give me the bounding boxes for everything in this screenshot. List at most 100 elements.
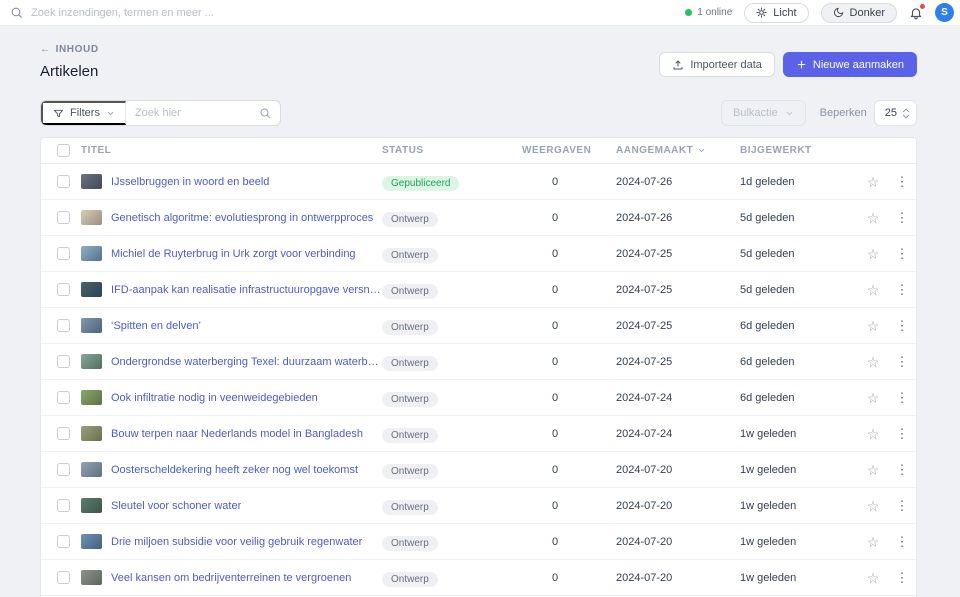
row-title-link[interactable]: Ook infiltratie nodig in veenweidegebied… (111, 392, 318, 404)
global-search (10, 6, 685, 19)
table-row[interactable]: IJsselbruggen in woord en beeld Gepublic… (41, 164, 916, 200)
theme-dark-button[interactable]: Donker (820, 2, 897, 23)
column-header-bijgewerkt[interactable]: BIJGEWERKT (740, 145, 858, 156)
table-row[interactable]: Drie miljoen subsidie voor veilig gebrui… (41, 524, 916, 560)
bulk-action-dropdown[interactable]: Bulkactie (721, 100, 806, 126)
row-checkbox[interactable] (57, 463, 70, 476)
row-thumbnail (81, 462, 102, 477)
table-row[interactable]: Ondergrondse waterberging Texel: duurzaa… (41, 344, 916, 380)
table-row[interactable]: Bouw terpen naar Nederlands model in Ban… (41, 416, 916, 452)
created-value: 2024-07-24 (616, 427, 673, 440)
row-checkbox[interactable] (57, 211, 70, 224)
star-icon[interactable]: ☆ (858, 535, 888, 549)
kebab-menu-icon[interactable]: ⋮ (888, 283, 916, 296)
table-row[interactable]: ‘Spitten en delven’ Ontwerp 0 2024-07-25… (41, 308, 916, 344)
theme-light-button[interactable]: Licht (744, 2, 809, 23)
created-value: 2024-07-20 (616, 571, 673, 584)
row-title-link[interactable]: Genetisch algoritme: evolutiesprong in o… (111, 212, 373, 224)
views-value: 0 (552, 283, 559, 296)
star-icon[interactable]: ☆ (858, 319, 888, 333)
select-all-checkbox[interactable] (57, 144, 70, 157)
list-search-input[interactable] (134, 107, 253, 119)
table-row[interactable]: IFD-aanpak kan realisatie infrastructuur… (41, 272, 916, 308)
star-icon[interactable]: ☆ (858, 211, 888, 225)
kebab-menu-icon[interactable]: ⋮ (888, 427, 916, 440)
row-checkbox[interactable] (57, 247, 70, 260)
import-data-button[interactable]: Importeer data (659, 52, 775, 77)
row-title-link[interactable]: Veel kansen om bedrijventerreinen te ver… (111, 572, 351, 584)
row-thumbnail (81, 570, 102, 585)
star-icon[interactable]: ☆ (858, 571, 888, 585)
star-icon[interactable]: ☆ (858, 247, 888, 261)
content-area: ← INHOUD Artikelen Importeer data Nieuwe… (0, 26, 960, 597)
row-title-link[interactable]: IFD-aanpak kan realisatie infrastructuur… (111, 284, 382, 296)
column-header-status[interactable]: STATUS (382, 145, 522, 156)
breadcrumb[interactable]: ← INHOUD (40, 44, 99, 55)
global-search-input[interactable] (31, 6, 351, 19)
row-title-link[interactable]: Drie miljoen subsidie voor veilig gebrui… (111, 536, 362, 548)
created-value: 2024-07-25 (616, 247, 673, 260)
row-title-link[interactable]: Sleutel voor schoner water (111, 500, 241, 512)
star-icon[interactable]: ☆ (858, 355, 888, 369)
column-header-titel[interactable]: TITEL (81, 145, 382, 156)
table-row[interactable]: Oosterscheldekering heeft zeker nog wel … (41, 452, 916, 488)
row-checkbox[interactable] (57, 391, 70, 404)
table-row[interactable]: Ook infiltratie nodig in veenweidegebied… (41, 380, 916, 416)
kebab-menu-icon[interactable]: ⋮ (888, 499, 916, 512)
row-title-link[interactable]: Ondergrondse waterberging Texel: duurzaa… (111, 356, 382, 368)
views-value: 0 (552, 499, 559, 512)
online-count: 1 online (697, 7, 733, 18)
row-checkbox[interactable] (57, 571, 70, 584)
limit-value: 25 (884, 107, 897, 119)
row-title-link[interactable]: IJsselbruggen in woord en beeld (111, 176, 269, 188)
star-icon[interactable]: ☆ (858, 427, 888, 441)
row-checkbox[interactable] (57, 283, 70, 296)
updated-value: 1w geleden (740, 535, 797, 548)
row-checkbox[interactable] (57, 175, 70, 188)
row-checkbox[interactable] (57, 355, 70, 368)
row-title-link[interactable]: ‘Spitten en delven’ (111, 320, 201, 332)
table-row[interactable]: Genetisch algoritme: evolutiesprong in o… (41, 200, 916, 236)
table-row[interactable]: Veel kansen om bedrijventerreinen te ver… (41, 560, 916, 596)
star-icon[interactable]: ☆ (858, 283, 888, 297)
row-checkbox[interactable] (57, 499, 70, 512)
table-row[interactable]: Michiel de Ruyterbrug in Urk zorgt voor … (41, 236, 916, 272)
kebab-menu-icon[interactable]: ⋮ (888, 175, 916, 188)
notifications-bell-icon[interactable] (909, 2, 926, 20)
column-header-aangemaakt[interactable]: AANGEMAAKT (616, 145, 740, 156)
kebab-menu-icon[interactable]: ⋮ (888, 391, 916, 404)
moon-icon (833, 7, 844, 18)
star-icon[interactable]: ☆ (858, 175, 888, 189)
created-value: 2024-07-20 (616, 499, 673, 512)
star-icon[interactable]: ☆ (858, 463, 888, 477)
row-checkbox[interactable] (57, 319, 70, 332)
kebab-menu-icon[interactable]: ⋮ (888, 571, 916, 584)
kebab-menu-icon[interactable]: ⋮ (888, 319, 916, 332)
filters-label: Filters (70, 107, 100, 119)
table-row[interactable]: Sleutel voor schoner water Ontwerp 0 202… (41, 488, 916, 524)
views-value: 0 (552, 247, 559, 260)
limit-stepper[interactable]: 25 (873, 100, 917, 126)
updated-value: 6d geleden (740, 355, 795, 368)
create-new-button[interactable]: Nieuwe aanmaken (782, 52, 917, 77)
theme-dark-label: Donker (849, 6, 885, 19)
created-value: 2024-07-25 (616, 283, 673, 296)
kebab-menu-icon[interactable]: ⋮ (888, 535, 916, 548)
row-title-link[interactable]: Oosterscheldekering heeft zeker nog wel … (111, 464, 358, 476)
status-badge: Ontwerp (382, 319, 438, 335)
row-title-link[interactable]: Bouw terpen naar Nederlands model in Ban… (111, 428, 363, 440)
avatar[interactable]: S (935, 3, 954, 22)
kebab-menu-icon[interactable]: ⋮ (888, 247, 916, 260)
star-icon[interactable]: ☆ (858, 391, 888, 405)
star-icon[interactable]: ☆ (858, 499, 888, 513)
filters-button[interactable]: Filters (41, 101, 126, 125)
row-title-link[interactable]: Michiel de Ruyterbrug in Urk zorgt voor … (111, 248, 356, 260)
column-header-weergaven[interactable]: WEERGAVEN (522, 145, 616, 156)
kebab-menu-icon[interactable]: ⋮ (888, 463, 916, 476)
kebab-menu-icon[interactable]: ⋮ (888, 355, 916, 368)
kebab-menu-icon[interactable]: ⋮ (888, 211, 916, 224)
row-checkbox[interactable] (57, 427, 70, 440)
search-icon (259, 107, 271, 119)
row-checkbox[interactable] (57, 535, 70, 548)
stepper-arrows-icon[interactable] (902, 107, 910, 119)
